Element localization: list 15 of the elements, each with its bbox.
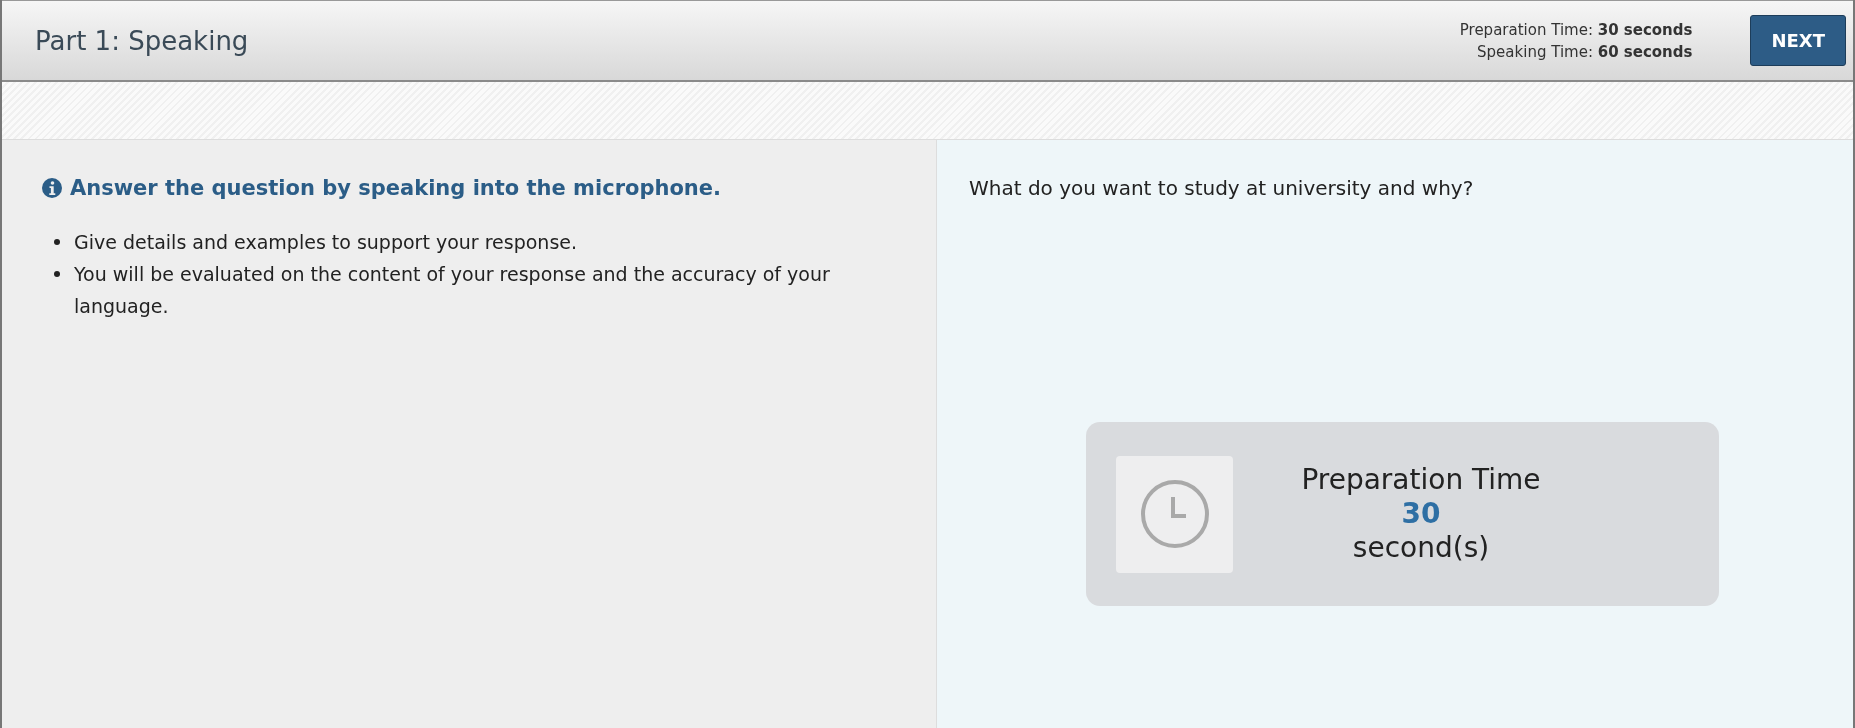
question-text: What do you want to study at university and why?	[969, 176, 1475, 200]
next-button[interactable]: NEXT	[1750, 15, 1846, 66]
time-limit-text: Preparation Time: 30 seconds	[1459, 20, 1693, 39]
section-title: Part 1: Speaking	[35, 25, 249, 56]
bullet-icon	[54, 271, 60, 277]
instruction-text: You will be evaluated on the content of your response and the accuracy of your language.	[74, 262, 831, 319]
clock-icon	[1139, 479, 1210, 549]
instruction-heading: Answer the question by speaking into the microphone.	[70, 176, 721, 200]
timer-label: Preparation Time	[1300, 463, 1542, 497]
timer-value: 30	[1400, 497, 1442, 531]
instruction-text: Give details and examples to support your response.	[74, 230, 578, 255]
info-icon	[42, 178, 62, 198]
timer-unit: second(s)	[1351, 531, 1491, 565]
time-limit-text: Speaking Time: 60 seconds	[1477, 42, 1693, 61]
bullet-icon	[54, 239, 60, 245]
